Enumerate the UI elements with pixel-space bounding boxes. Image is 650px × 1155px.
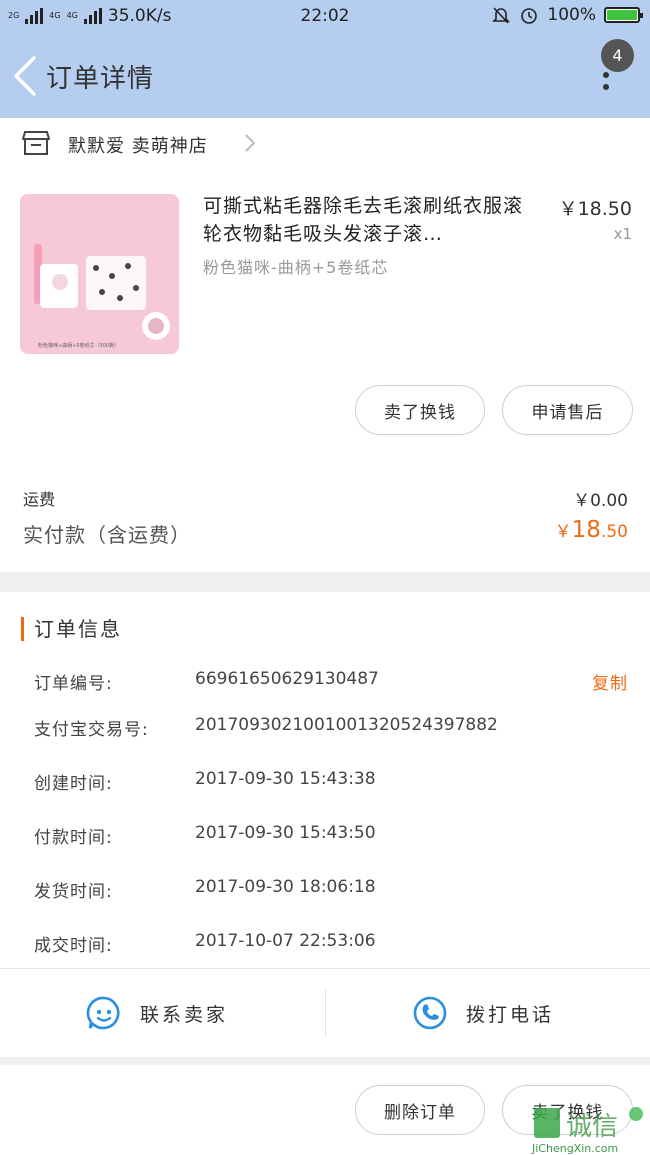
contact-seller-label: 联系卖家 [140,1003,229,1026]
info-label: 订单编号: [34,674,113,694]
info-value: 2017-09-30 15:43:50 [195,823,376,843]
info-row-paid: 付款时间: 2017-09-30 15:43:50 [0,823,650,851]
page-title: 订单详情 [46,64,155,94]
product-price: ￥18.50 [558,198,632,220]
chat-bubble-icon [86,996,120,1030]
paid-amount-value: ￥18.50 [555,517,628,543]
product-quantity: x1 [613,225,632,243]
info-row-shipped: 发货时间: 2017-09-30 18:06:18 [0,877,650,905]
info-value: 2017-09-30 15:43:38 [195,769,376,789]
alarm-icon [521,8,538,24]
battery-percent: 100% [547,5,596,25]
more-menu-icon[interactable] [603,72,611,94]
product-spec: 粉色猫咪-曲柄+5卷纸芯 [203,258,389,277]
info-label: 支付宝交易号: [34,720,149,740]
info-label: 发货时间: [34,882,113,902]
contact-seller-button[interactable]: 联系卖家 [86,969,228,1057]
watermark-url: JiChengXin.com [532,1142,619,1155]
info-value: 2017-10-07 22:53:06 [195,931,376,951]
section-divider-2 [0,1057,650,1065]
info-row-completed: 成交时间: 2017-10-07 22:53:06 [0,931,650,959]
resell-button[interactable]: 卖了换钱 [355,385,485,435]
info-row-order-number: 订单编号: 66961650629130487 复制 [0,669,650,697]
store-icon [22,131,50,155]
order-info-title: 订单信息 [21,617,122,641]
nav-bar: 订单详情 4 [0,34,650,118]
product-photo-illustration [20,194,179,354]
battery-icon [604,7,643,23]
top-bar: 2G 4G 4G 35.0K/s 22:02 100% 订单详情 4 [0,0,650,118]
phone-icon [413,996,447,1030]
watermark-text: 诚信 [566,1112,619,1142]
copy-button[interactable]: 复制 [592,669,628,694]
info-value: 2017-09-30 18:06:18 [195,877,376,897]
info-value: 66961650629130487 [195,669,379,689]
section-divider [0,572,650,592]
info-value: 2017093021001001320524397882 [195,715,498,735]
shipping-label: 运费 [23,490,56,509]
contact-row: 联系卖家 拨打电话 [0,969,650,1057]
paid-integer: 18 [571,517,601,543]
mute-bell-icon [492,7,511,24]
info-row-alipay-number: 支付宝交易号: 2017093021001001320524397882 [0,715,650,743]
shop-row[interactable]: 默默爱 卖萌神店 [0,120,650,166]
product-image[interactable]: 粉色猫咪+曲柄+5卷纸芯（300撕） [20,194,179,354]
after-sale-button[interactable]: 申请售后 [502,385,633,435]
paid-decimal: .50 [600,522,628,542]
info-label: 成交时间: [34,936,113,956]
paid-amount-label: 实付款（含运费） [23,523,191,547]
delete-order-button[interactable]: 删除订单 [355,1085,485,1135]
info-label: 付款时间: [34,828,113,848]
paid-currency: ￥ [554,522,572,542]
status-bar: 2G 4G 4G 35.0K/s 22:02 100% [0,0,650,34]
battery-fill [607,10,637,20]
product-title[interactable]: 可撕式粘毛器除毛去毛滚刷纸衣服滚轮衣物黏毛吸头发滚子滚… [203,192,539,248]
back-arrow-icon[interactable] [10,54,40,98]
watermark-logo: 诚信 JiChengXin.com [530,1106,650,1155]
product-image-caption: 粉色猫咪+曲柄+5卷纸芯（300撕） [38,343,120,349]
vertical-divider [325,989,326,1037]
info-row-created: 创建时间: 2017-09-30 15:43:38 [0,769,650,797]
call-phone-label: 拨打电话 [466,1003,555,1026]
message-count-badge[interactable]: 4 [601,39,634,72]
shipping-value: ￥0.00 [573,491,628,511]
info-label: 创建时间: [34,774,113,794]
call-phone-button[interactable]: 拨打电话 [412,969,554,1057]
chevron-right-icon [245,134,256,152]
shop-name: 默默爱 卖萌神店 [68,136,208,157]
